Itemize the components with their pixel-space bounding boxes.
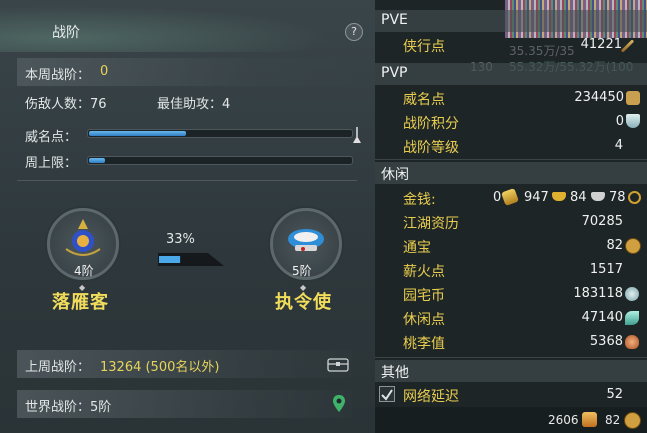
cap-bar (87, 156, 353, 165)
row-tongbao: 通宝 82 (375, 234, 647, 258)
gold-ingot-icon (552, 192, 566, 201)
swirl-icon (625, 287, 639, 301)
rank-tier-current: 4阶 (74, 264, 94, 278)
row-yuanzhai: 园宅币 183118 (375, 282, 647, 306)
money-c: 84 (570, 190, 587, 205)
row-label: 金钱: (403, 192, 436, 208)
rank-tier-next: 5阶 (292, 264, 312, 278)
row-taoli: 桃李值 5368 (375, 330, 647, 354)
row-label: 网络延迟 (403, 389, 459, 405)
panel-header: 战阶 ? (0, 0, 375, 52)
row-value: 4 (614, 138, 623, 153)
row-rank-level: 战阶等级 4 (375, 134, 647, 158)
row-money: 金钱: 0 947 84 78 (375, 186, 647, 210)
prestige-bar (87, 129, 353, 138)
row-value: 234450 (574, 90, 624, 105)
section-other: 其他 (375, 360, 647, 382)
world-rank: 世界战阶：5阶 (25, 400, 112, 415)
row-label: 战阶等级 (403, 140, 459, 156)
cap-label: 周上限： (25, 156, 78, 171)
row-rank-points: 战阶积分 0 (375, 110, 647, 134)
row-label: 薪火点 (403, 264, 445, 280)
row-label: 休闲点 (403, 312, 445, 328)
row-latency[interactable]: 网络延迟 52 (375, 383, 647, 407)
row-leisure-points: 休闲点 47140 (375, 306, 647, 330)
row-label: 通宝 (403, 240, 431, 256)
best-assist: 最佳助攻：4 (157, 97, 231, 112)
gold-bar-icon (501, 188, 519, 206)
rank-panel: 战阶 ? 本周战阶： 0 伤敌人数：76 最佳助攻：4 威名点： 周上限： 4阶… (0, 0, 375, 433)
row-label: 园宅币 (403, 288, 445, 304)
last-week-value: 13264 (500名以外) (100, 360, 220, 375)
row-value: 183118 (573, 286, 623, 301)
currency-panel: 35.35万/35 55.32万/55.32万(100 130 PVE 侠行点 … (375, 0, 647, 433)
section-title: PVP (381, 65, 408, 81)
diamond-icon: ◆ (79, 283, 86, 292)
row-xinhuo: 薪火点 1517 (375, 258, 647, 282)
checkmark-icon (381, 389, 393, 401)
section-leisure: 休闲 (375, 162, 647, 184)
row-xiaxing: 侠行点 41221 (375, 33, 647, 57)
row-value: 47140 (581, 310, 623, 325)
shield-icon (626, 114, 640, 128)
row-value: 41221 (580, 37, 622, 52)
boot-icon (582, 412, 597, 427)
divider (17, 180, 357, 181)
section-title: PVE (381, 12, 408, 28)
week-rank-value: 0 (100, 64, 109, 79)
row-label: 江湖资历 (403, 216, 459, 232)
row-label: 桃李值 (403, 336, 445, 352)
row-value: 0 (615, 114, 624, 129)
copper-coin-icon (628, 191, 641, 204)
row-prestige: 威名点 234450 (375, 86, 647, 110)
bottom-status-bar: 2606 82 (375, 407, 647, 433)
prestige-bar-fill (89, 131, 186, 136)
last-week-row: 上周战阶： 13264 (500名以外) (17, 350, 352, 378)
row-label: 战阶积分 (403, 116, 459, 132)
prestige-label: 威名点： (25, 130, 78, 145)
defeated-count: 伤敌人数：76 (25, 97, 107, 112)
cap-bar-fill (89, 158, 105, 163)
rank-progress-pct: 33% (166, 232, 195, 247)
location-pin-icon[interactable] (332, 394, 346, 414)
coin-icon (624, 412, 641, 429)
week-rank-label: 本周战阶： (25, 68, 91, 83)
row-label: 侠行点 (403, 39, 445, 55)
panel-title: 战阶 (52, 25, 80, 41)
row-jianghu: 江湖资历 70285 (375, 210, 647, 234)
section-title: 休闲 (381, 167, 409, 183)
coin-icon (625, 238, 641, 254)
last-week-label: 上周战阶： (25, 360, 91, 375)
help-icon[interactable]: ? (345, 23, 363, 41)
row-value: 5368 (589, 334, 623, 349)
bottom-value-b: 82 (605, 413, 621, 427)
peach-icon (625, 335, 639, 349)
world-rank-row: 世界战阶：5阶 (17, 390, 352, 418)
section-title: 其他 (381, 365, 409, 381)
badge-icon (626, 91, 640, 105)
money-d: 78 (609, 190, 626, 205)
divider (375, 357, 647, 358)
row-value: 1517 (589, 262, 623, 277)
latency-checkbox[interactable] (379, 386, 395, 402)
row-value: 52 (606, 387, 623, 402)
leaf-icon (625, 311, 639, 325)
max-marker-icon (353, 127, 361, 143)
divider (375, 159, 647, 160)
row-label: 威名点 (403, 92, 445, 108)
row-value: 70285 (581, 214, 623, 229)
row-value: 82 (606, 238, 623, 253)
bottom-value-a: 2606 (548, 413, 579, 427)
money-b: 947 (524, 190, 549, 205)
money-a: 0 (493, 190, 502, 205)
diamond-icon: ◆ (300, 283, 307, 292)
rank-progress-bar (158, 253, 224, 266)
week-rank-row: 本周战阶： 0 (17, 58, 352, 86)
section-pvp: PVP (375, 63, 647, 85)
sword-icon (620, 39, 635, 53)
section-pve: PVE (375, 10, 647, 32)
chest-icon[interactable] (327, 356, 349, 372)
silver-ingot-icon (591, 192, 605, 201)
